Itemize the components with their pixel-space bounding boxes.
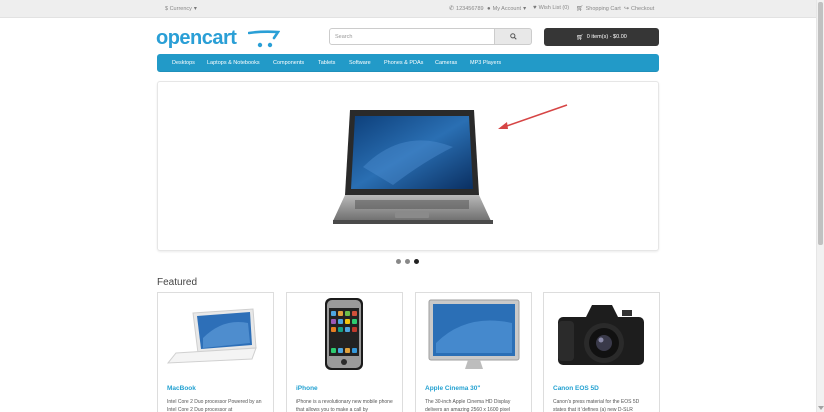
cart-total: 0 item(s) - $0.00 [586,34,627,40]
my-account-dropdown[interactable]: ● My Account ▾ [487,5,527,13]
product-image-link[interactable] [158,293,273,373]
slideshow[interactable] [157,81,659,251]
menu-item-laptops[interactable]: Laptops & Notebooks [207,60,260,66]
shopping-cart-label: Shopping Cart [585,5,621,12]
heart-icon: ♥ [533,5,537,11]
product-card-canon-eos: Canon EOS 5D Canon's press material for … [543,292,660,412]
checkout-label: Checkout [631,5,655,12]
menu-item-cameras[interactable]: Cameras [435,60,457,66]
currency-dropdown[interactable]: $ Currency ▾ [165,5,197,13]
product-name-link[interactable]: MacBook [167,385,196,392]
opencart-logo[interactable]: opencart [156,27,281,51]
top-bar: $ Currency ▾ ✆ 123456789 ● My Account ▾ … [0,0,816,18]
currency-label: $ Currency [165,5,192,12]
user-icon: ● [487,5,491,12]
main-menu: Desktops Laptops & Notebooks Components … [157,54,659,72]
cart-icon: 🛒︎ [576,6,584,12]
menu-item-tablets[interactable]: Tablets [318,60,335,66]
logo-cart-icon [248,30,280,48]
macbook-image [166,308,257,364]
wishlist-label: Wish List (0) [538,5,570,11]
search-icon [509,33,517,40]
phone-number: 123456789 [456,5,484,12]
product-card-iphone: iPhone iPhone is a revolutionary new mob… [286,292,403,412]
menu-item-phones[interactable]: Phones & PDAs [384,60,423,66]
slide-dot-1[interactable] [396,259,401,264]
search-group [329,28,532,45]
canon-camera-image [558,305,644,365]
menu-item-software[interactable]: Software [349,60,371,66]
search-input[interactable] [330,29,495,44]
logo-text: opencart [156,27,237,49]
apple-cinema-image [428,299,520,369]
product-card-apple-cinema: Apple Cinema 30" The 30-inch Apple Cinem… [415,292,532,412]
caret-down-icon: ▾ [193,6,197,12]
scroll-down-arrow-icon[interactable] [818,406,824,410]
featured-heading: Featured [157,277,198,288]
product-description: Intel Core 2 Duo processor Powered by an… [167,399,262,412]
search-button[interactable] [494,28,532,45]
phone-icon: ✆ [449,6,455,12]
slide-dot-2[interactable] [405,259,410,264]
product-image-link[interactable] [544,293,659,373]
product-card-macbook: MacBook Intel Core 2 Duo processor Power… [157,292,274,412]
product-image-link[interactable] [416,293,531,373]
product-description: The 30-inch Apple Cinema HD Display deli… [425,399,511,412]
slide-dot-3[interactable] [414,259,419,264]
page-scrollbar[interactable] [816,0,824,412]
menu-item-desktops[interactable]: Desktops [172,60,195,66]
caret-down-icon: ▾ [523,6,527,12]
cart-icon: 🛒︎ [576,34,584,41]
product-name-link[interactable]: Canon EOS 5D [553,385,599,392]
product-description: iPhone is a revolutionary new mobile pho… [296,399,393,412]
laptop-slide-image [333,110,493,224]
cart-button[interactable]: 🛒︎ 0 item(s) - $0.00 [544,28,659,46]
product-description: Canon's press material for the EOS 5D st… [553,399,640,412]
scrollbar-thumb[interactable] [818,2,823,245]
product-image-link[interactable] [287,293,402,373]
phone-link[interactable]: ✆ 123456789 [449,5,484,13]
shopping-cart-link[interactable]: 🛒︎ Shopping Cart [576,5,621,13]
wishlist-link[interactable]: ♥ Wish List (0) [533,5,569,11]
my-account-label: My Account [492,5,522,12]
menu-item-mp3[interactable]: MP3 Players [470,60,501,66]
product-name-link[interactable]: Apple Cinema 30" [425,385,480,392]
product-name-link[interactable]: iPhone [296,385,318,392]
share-icon: ↪ [624,6,630,12]
annotation-arrow-icon [498,104,568,129]
checkout-link[interactable]: ↪ Checkout [624,5,655,13]
menu-item-components[interactable]: Components [273,60,304,66]
iphone-image [325,298,363,370]
